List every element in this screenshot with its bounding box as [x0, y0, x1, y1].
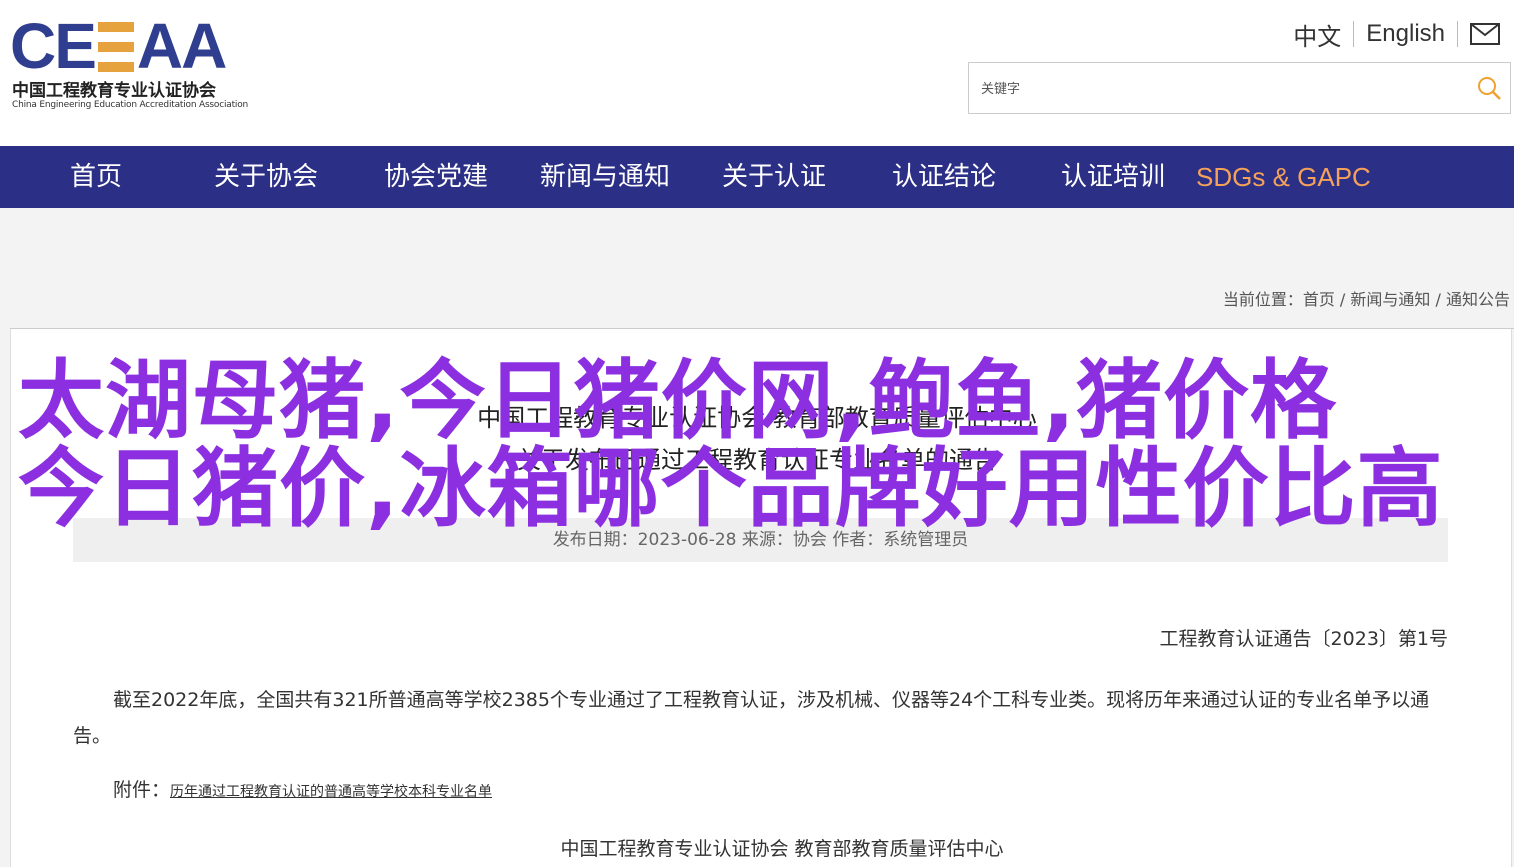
article-meta: 发布日期：2023-06-28 来源：协会 作者：系统管理员 — [73, 518, 1448, 562]
site-header: CE AA 中国工程教育专业认证协会 China Engineering Educ… — [0, 0, 1514, 146]
language-switcher: 中文 English — [1281, 17, 1500, 52]
breadcrumb-sep: / — [1334, 290, 1351, 309]
breadcrumb-prefix: 当前位置： — [1222, 290, 1303, 309]
attachment-label: 附件： — [113, 779, 171, 801]
lang-divider — [1457, 21, 1458, 47]
logo-name-cn: 中国工程教育专业认证协会 — [12, 81, 216, 101]
breadcrumb: 当前位置：首页 / 新闻与通知 / 通知公告 — [1223, 286, 1510, 310]
logo-mark: CE AA — [10, 10, 227, 82]
article-title-line2: 关于发布已通过工程教育认证专业名单的通告 — [517, 446, 997, 474]
article-signature: 中国工程教育专业认证协会 教育部教育质量评估中心 — [560, 838, 1004, 860]
logo-bars-icon — [97, 22, 134, 72]
search-input[interactable] — [969, 63, 1459, 113]
notice-number: 工程教育认证通告〔2023〕第1号 — [1159, 628, 1448, 650]
nav-item-news[interactable]: 新闻与通知 — [540, 146, 670, 208]
lang-cn-link[interactable]: 中文 — [1281, 17, 1353, 52]
nav-item-home[interactable]: 首页 — [70, 146, 122, 208]
site-logo[interactable]: CE AA 中国工程教育专业认证协会 China Engineering Educ… — [10, 14, 270, 114]
attachment: 附件：历年通过工程教育认证的普通高等学校本科专业名单 — [113, 775, 492, 802]
nav-item-accreditation[interactable]: 关于认证 — [722, 146, 826, 208]
search-box — [968, 62, 1511, 114]
nav-item-about[interactable]: 关于协会 — [214, 146, 318, 208]
main-nav: 首页 关于协会 协会党建 新闻与通知 关于认证 认证结论 认证培训 SDGs &… — [0, 146, 1514, 208]
breadcrumb-sep: / — [1430, 290, 1446, 309]
breadcrumb-news[interactable]: 新闻与通知 — [1350, 290, 1430, 309]
lang-en-link[interactable]: English — [1354, 20, 1457, 48]
breadcrumb-current[interactable]: 通知公告 — [1446, 290, 1510, 309]
article-title-line1: 中国工程教育专业认证协会 教育部教育质量评估中心 — [477, 404, 1037, 432]
nav-item-party[interactable]: 协会党建 — [384, 146, 488, 208]
attachment-link[interactable]: 历年通过工程教育认证的普通高等学校本科专业名单 — [170, 784, 492, 800]
nav-item-results[interactable]: 认证结论 — [892, 146, 996, 208]
article-paragraph: 截至2022年底，全国共有321所普通高等学校2385个专业通过了工程教育认证，… — [73, 689, 1430, 747]
nav-item-training[interactable]: 认证培训 — [1061, 146, 1165, 208]
breadcrumb-home[interactable]: 首页 — [1303, 290, 1335, 309]
nav-item-sdgs[interactable]: SDGs & GAPC — [1196, 146, 1371, 208]
search-icon[interactable] — [1476, 75, 1502, 101]
mail-icon[interactable] — [1470, 23, 1500, 45]
logo-name-en: China Engineering Education Accreditatio… — [12, 100, 249, 110]
